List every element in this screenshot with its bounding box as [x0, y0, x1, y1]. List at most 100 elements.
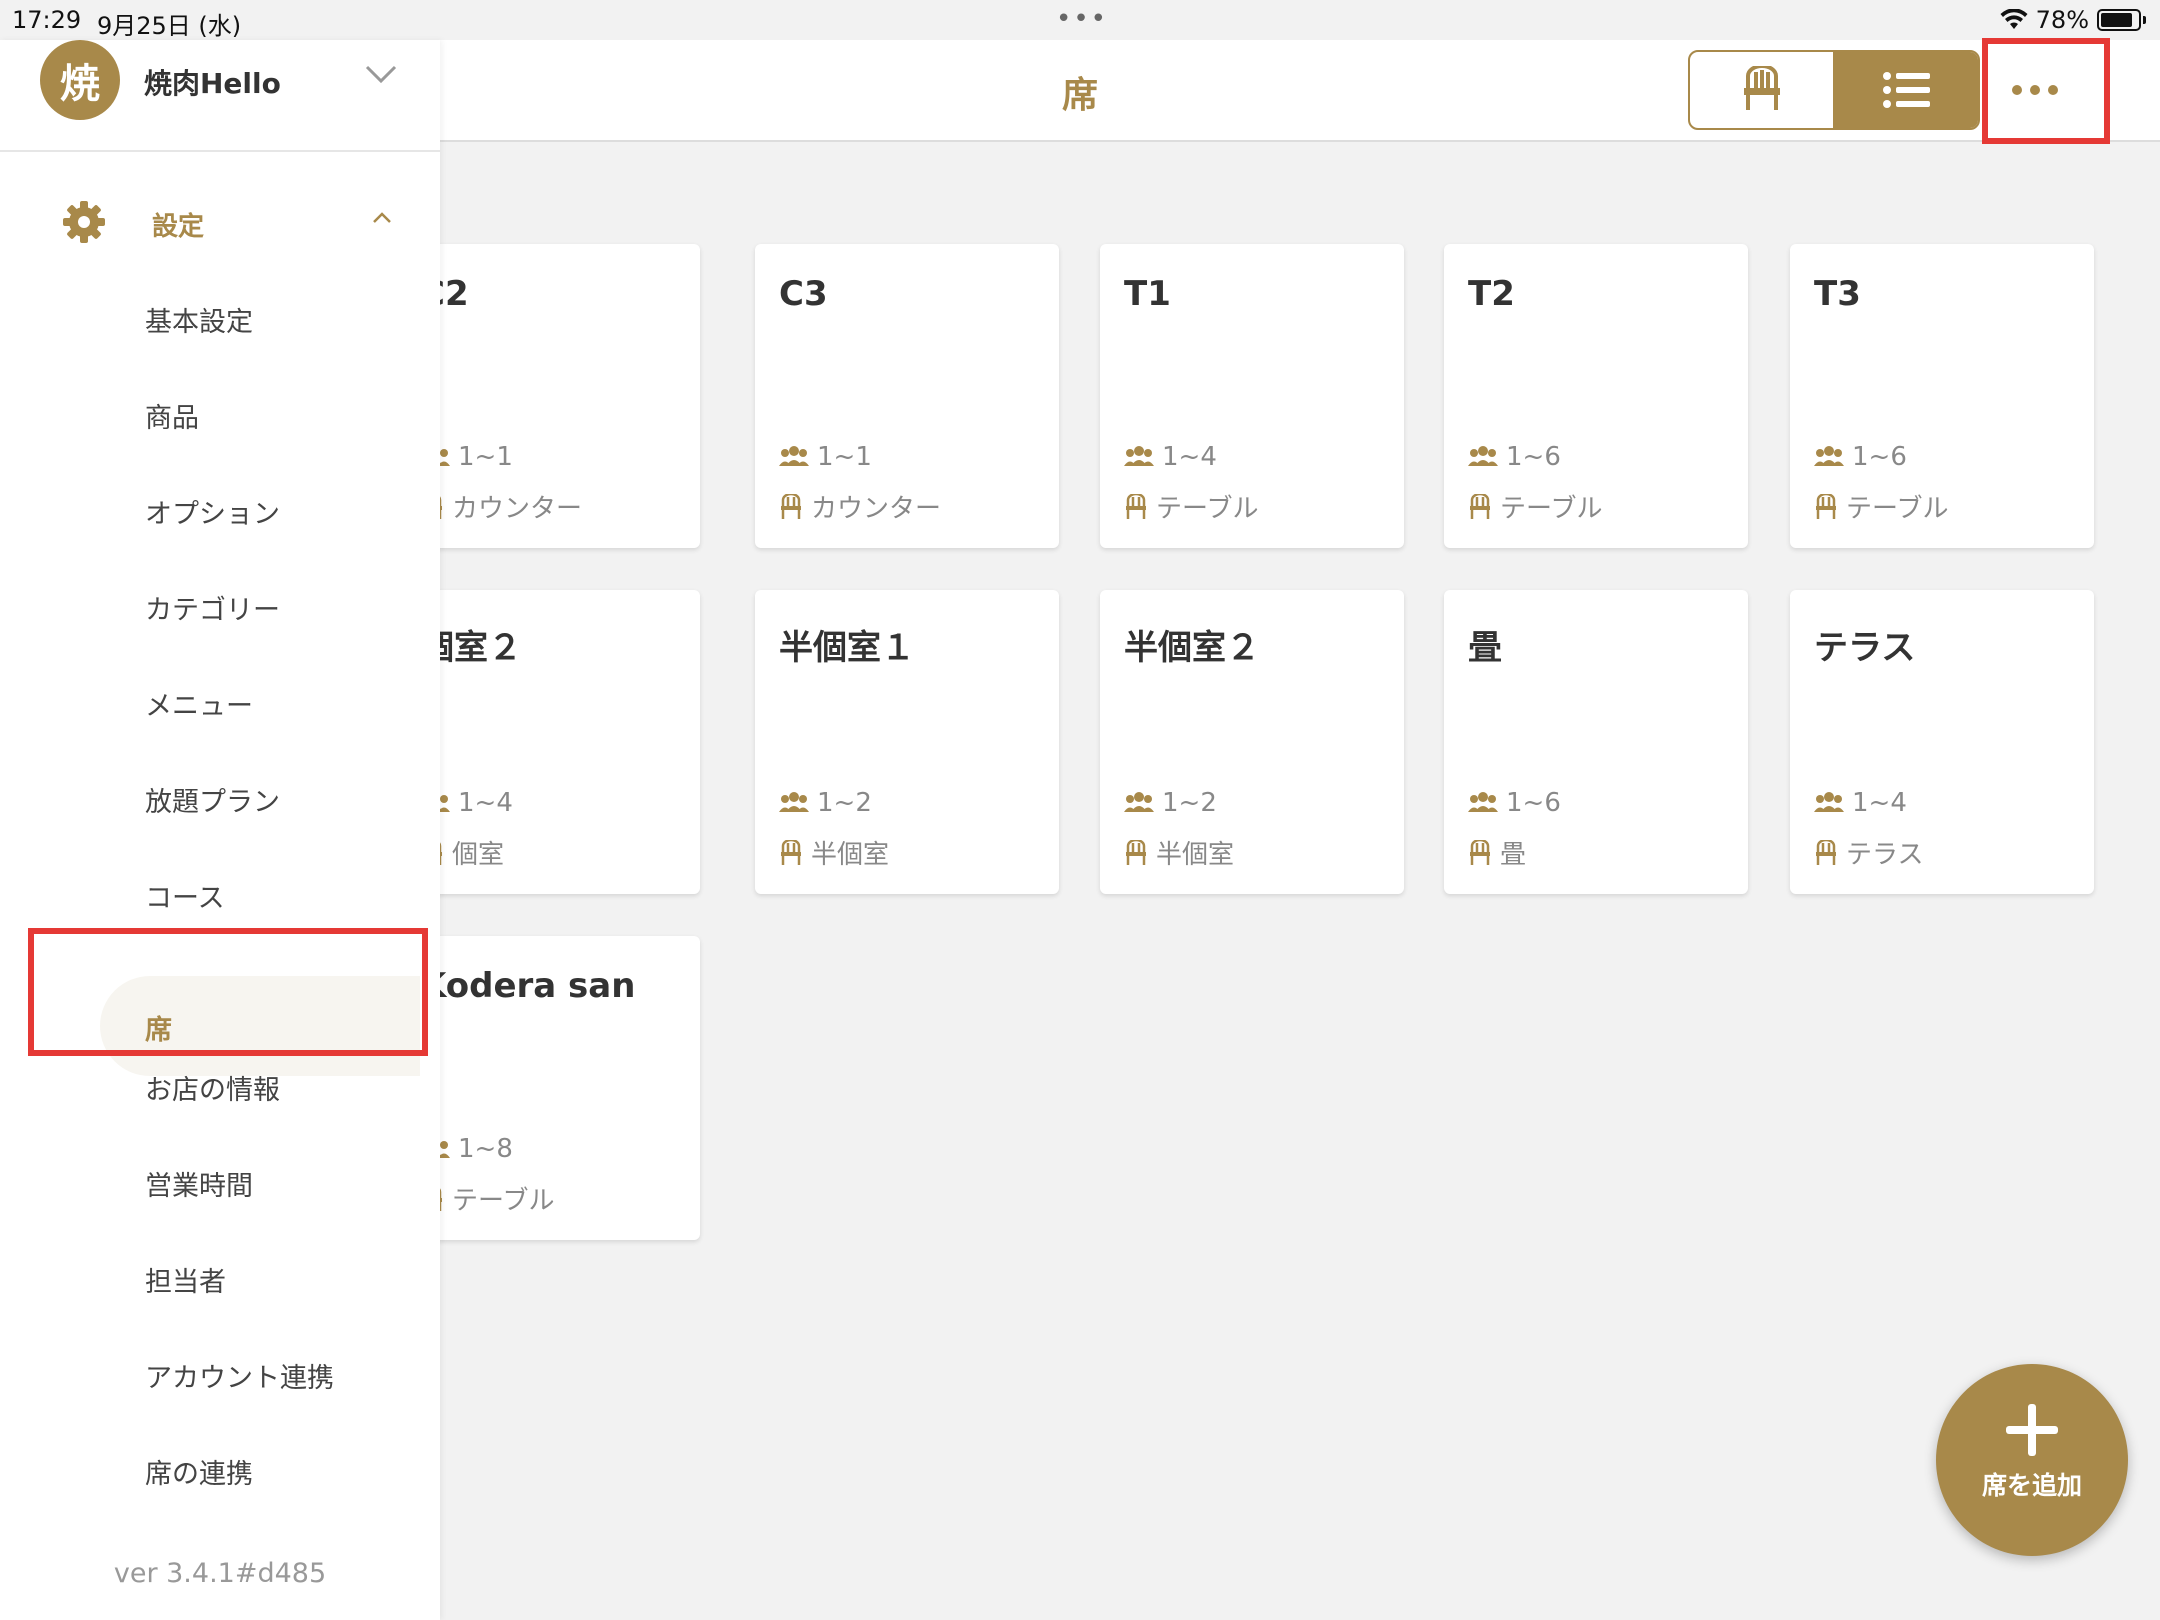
sidebar-item-options[interactable]: オプション — [145, 492, 280, 531]
seat-capacity: 1~6 — [1852, 442, 1907, 472]
sidebar-item-products[interactable]: 商品 — [145, 396, 199, 435]
chair-icon — [1743, 66, 1780, 110]
people-icon — [1468, 792, 1498, 812]
multitasking-dots-icon[interactable]: ••• — [1056, 4, 1108, 34]
seat-capacity: 1~1 — [458, 442, 513, 472]
seat-capacity: 1~1 — [817, 442, 872, 472]
seat-type: テーブル — [452, 1186, 555, 1216]
floor-view-button[interactable] — [1690, 52, 1833, 128]
seat-name: Kodera san — [440, 966, 636, 1006]
seat-card[interactable]: 個室２ 1~4 個室 — [440, 590, 700, 894]
people-icon — [1468, 446, 1498, 466]
seat-capacity: 1~6 — [1506, 442, 1561, 472]
seat-name: C3 — [779, 274, 828, 314]
avatar: 焼 — [40, 40, 120, 120]
status-bar: 17:29 9月25日 (水) ••• 78% — [0, 0, 2160, 40]
more-button-highlight — [1982, 38, 2110, 144]
people-icon — [440, 449, 450, 466]
sidebar-item-categories[interactable]: カテゴリー — [145, 588, 280, 627]
people-icon — [1124, 792, 1154, 812]
status-time: 17:29 — [12, 6, 82, 34]
seat-name: 半個室１ — [779, 628, 915, 668]
sidebar-item-basic-settings[interactable]: 基本設定 — [145, 300, 253, 339]
header: 席 — [440, 40, 2160, 142]
add-seat-button[interactable]: 席を追加 — [1936, 1364, 2128, 1556]
app-version: ver 3.4.1#d485 — [113, 1558, 327, 1589]
seat-card[interactable]: 半個室２ 1~2 半個室 — [1100, 590, 1404, 894]
people-icon — [1814, 446, 1844, 466]
chair-icon — [440, 495, 442, 519]
status-right: 78% — [2000, 6, 2146, 34]
seat-name: 個室２ — [440, 628, 522, 668]
seat-capacity: 1~6 — [1506, 788, 1561, 818]
seat-card[interactable]: T1 1~4 テーブル — [1100, 244, 1404, 548]
sidebar-item-staff[interactable]: 担当者 — [145, 1260, 226, 1299]
chair-icon — [1126, 493, 1146, 519]
sidebar-item-business-hours[interactable]: 営業時間 — [145, 1164, 253, 1203]
seat-card[interactable]: T3 1~6 テーブル — [1790, 244, 2094, 548]
seat-type: 個室 — [452, 840, 505, 870]
seat-card[interactable]: C3 1~1 カウンター — [755, 244, 1059, 548]
seat-capacity: 1~2 — [1162, 788, 1217, 818]
seat-name: T1 — [1124, 274, 1171, 314]
people-icon — [779, 792, 809, 812]
chair-icon — [440, 1187, 442, 1211]
seat-capacity: 1~4 — [458, 788, 513, 818]
chair-icon — [1816, 839, 1836, 865]
list-view-button[interactable] — [1833, 52, 1978, 128]
seat-type: 半個室 — [811, 840, 890, 870]
sidebar-item-all-you-can-plans[interactable]: 放題プラン — [145, 780, 280, 819]
gear-icon — [63, 201, 105, 243]
seat-capacity: 1~8 — [458, 1134, 513, 1164]
settings-section-toggle[interactable]: 設定 — [0, 190, 440, 254]
sidebar-item-courses[interactable]: コース — [145, 876, 225, 915]
seat-grid: C2 1~1 カウンター C3 1~1 カウンター T1 1~4 テーブル T2… — [440, 140, 2160, 1620]
seat-card[interactable]: テラス 1~4 テラス — [1790, 590, 2094, 894]
seat-type: カウンター — [452, 494, 583, 524]
sidebar: 焼 焼肉Hello 設定 基本設定 商品 オプション カテゴリー メニュー 放題… — [0, 40, 440, 1620]
chevron-down-icon — [365, 65, 397, 84]
people-icon — [1124, 446, 1154, 466]
sidebar-item-store-info[interactable]: お店の情報 — [145, 1068, 280, 1107]
seat-name: テラス — [1814, 628, 1916, 668]
chair-icon — [1816, 493, 1836, 519]
chair-icon — [1470, 493, 1490, 519]
people-icon — [1814, 792, 1844, 812]
status-date: 9月25日 (水) — [97, 12, 242, 40]
settings-label: 設定 — [152, 212, 205, 242]
plus-icon — [2006, 1404, 2058, 1456]
seat-name: 半個室２ — [1124, 628, 1260, 668]
sidebar-item-account-link[interactable]: アカウント連携 — [145, 1356, 334, 1395]
battery-icon — [2097, 9, 2141, 31]
seat-type: 畳 — [1500, 840, 1527, 870]
seat-card[interactable]: Kodera san 1~8 テーブル — [440, 936, 700, 1240]
chevron-up-icon — [373, 212, 391, 223]
seat-name: T3 — [1814, 274, 1861, 314]
seat-card[interactable]: T2 1~6 テーブル — [1444, 244, 1748, 548]
wifi-icon — [2000, 9, 2028, 29]
sidebar-item-menus[interactable]: メニュー — [145, 684, 253, 723]
page-title: 席 — [1061, 75, 1098, 116]
chair-icon — [781, 493, 801, 519]
seat-capacity: 1~4 — [1162, 442, 1217, 472]
sidebar-divider — [0, 150, 440, 152]
seat-type: 半個室 — [1156, 840, 1235, 870]
chair-icon — [1126, 839, 1146, 865]
seat-card[interactable]: 半個室１ 1~2 半個室 — [755, 590, 1059, 894]
seat-capacity: 1~4 — [1852, 788, 1907, 818]
add-seat-label: 席を追加 — [1981, 1471, 2082, 1500]
seat-name: C2 — [440, 274, 469, 314]
seat-type: テラス — [1846, 840, 1924, 870]
seat-item-highlight — [28, 928, 428, 1056]
seat-card[interactable]: 畳 1~6 畳 — [1444, 590, 1748, 894]
seat-type: テーブル — [1846, 494, 1949, 524]
seat-card[interactable]: C2 1~1 カウンター — [440, 244, 700, 548]
sidebar-item-seat-link[interactable]: 席の連携 — [145, 1452, 253, 1491]
chair-icon — [781, 839, 801, 865]
seat-capacity: 1~2 — [817, 788, 872, 818]
seat-type: テーブル — [1500, 494, 1603, 524]
battery-percent: 78% — [2035, 6, 2089, 34]
people-icon — [440, 1141, 450, 1158]
seat-type: カウンター — [811, 494, 942, 524]
people-icon — [779, 446, 809, 466]
